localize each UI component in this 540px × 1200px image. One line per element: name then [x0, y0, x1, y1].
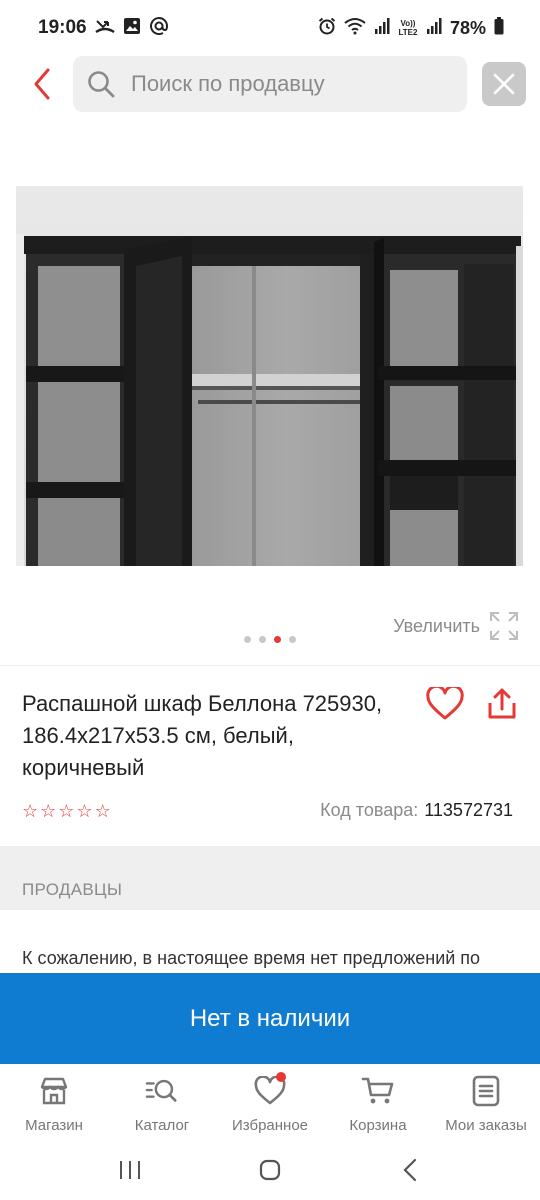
top-bar [0, 56, 540, 114]
nav-label: Каталог [134, 1117, 190, 1134]
share-icon [488, 688, 516, 719]
signal-icon [374, 17, 390, 40]
star-empty-icon: ☆ [94, 801, 111, 821]
nav-label: Магазин [25, 1117, 83, 1134]
battery-icon [494, 16, 504, 40]
zoom-label: Увеличить [393, 615, 480, 636]
back-button[interactable] [24, 64, 60, 104]
search-field[interactable] [73, 56, 467, 112]
nav-item-store[interactable]: Магазин [0, 1064, 108, 1140]
gallery-dot-active[interactable] [274, 636, 281, 643]
divider [0, 665, 540, 666]
nav-item-favorites[interactable]: Избранное [216, 1064, 324, 1140]
network-label: Vo)) LTE2 [398, 19, 418, 37]
back-arrow-icon [403, 1158, 417, 1182]
status-time: 19:06 [38, 17, 87, 38]
gallery-icon [123, 17, 141, 40]
nav-item-cart[interactable]: Корзина [324, 1064, 432, 1140]
wardrobe-photo [16, 186, 523, 566]
gallery-dot[interactable] [289, 636, 296, 643]
gallery-dot[interactable] [259, 636, 266, 643]
cart-icon [361, 1074, 395, 1108]
sellers-header: ПРОДАВЦЫ [22, 880, 123, 899]
sellers-section-band [0, 846, 540, 910]
product-image[interactable] [16, 186, 523, 566]
search-input[interactable] [131, 71, 431, 97]
star-empty-icon: ☆ [40, 801, 57, 821]
catalog-search-icon [145, 1074, 179, 1108]
status-bar: 19:06 Vo)) LTE2 78% [0, 0, 540, 56]
system-nav-bar [0, 1140, 540, 1200]
nav-label: Корзина [349, 1117, 407, 1134]
notification-badge [276, 1072, 286, 1082]
sku-value: 113572731 [424, 800, 513, 820]
nav-item-catalog[interactable]: Каталог [108, 1064, 216, 1140]
recent-apps-button[interactable] [100, 1150, 160, 1190]
store-icon [37, 1074, 71, 1108]
at-icon [149, 16, 169, 41]
recent-apps-icon [120, 1161, 140, 1179]
nav-item-orders[interactable]: Мои заказы [432, 1064, 540, 1140]
battery-percent: 78% [449, 17, 486, 38]
share-button[interactable] [482, 684, 522, 724]
orders-icon [469, 1074, 503, 1108]
nav-label: Избранное [231, 1117, 309, 1134]
system-back-button[interactable] [380, 1150, 440, 1190]
gallery-pagination [244, 636, 296, 643]
favorite-button[interactable] [424, 684, 466, 724]
star-empty-icon: ☆ [76, 801, 93, 821]
home-icon [259, 1159, 281, 1181]
sku-label: Код товара: [320, 800, 419, 820]
signal-icon [426, 17, 442, 40]
rating-stars: ☆ ☆ ☆ ☆ ☆ [22, 800, 111, 822]
star-empty-icon: ☆ [58, 801, 75, 821]
sku: Код товара: 113572731 [320, 800, 513, 821]
zoom-button[interactable]: Увеличить [393, 610, 520, 642]
close-icon [493, 73, 515, 95]
no-offers-notice: К сожалению, в настоящее время нет предл… [22, 948, 481, 968]
expand-icon [490, 612, 518, 640]
search-icon [88, 71, 115, 98]
heart-icon [426, 687, 464, 720]
bottom-nav: Магазин Каталог Избранное Корзина Мои за… [0, 1064, 540, 1140]
close-button[interactable] [482, 62, 526, 106]
home-button[interactable] [240, 1150, 300, 1190]
missed-call-icon [94, 17, 115, 40]
out-of-stock-button[interactable]: Нет в наличии [0, 973, 540, 1064]
star-empty-icon: ☆ [22, 801, 39, 821]
nav-label: Мои заказы [445, 1117, 527, 1134]
wifi-icon [344, 17, 366, 40]
product-title: Распашной шкаф Беллона 725930, 186.4x217… [22, 691, 383, 780]
gallery-dot[interactable] [244, 636, 251, 643]
chevron-left-icon [34, 68, 50, 100]
alarm-icon [318, 17, 336, 40]
